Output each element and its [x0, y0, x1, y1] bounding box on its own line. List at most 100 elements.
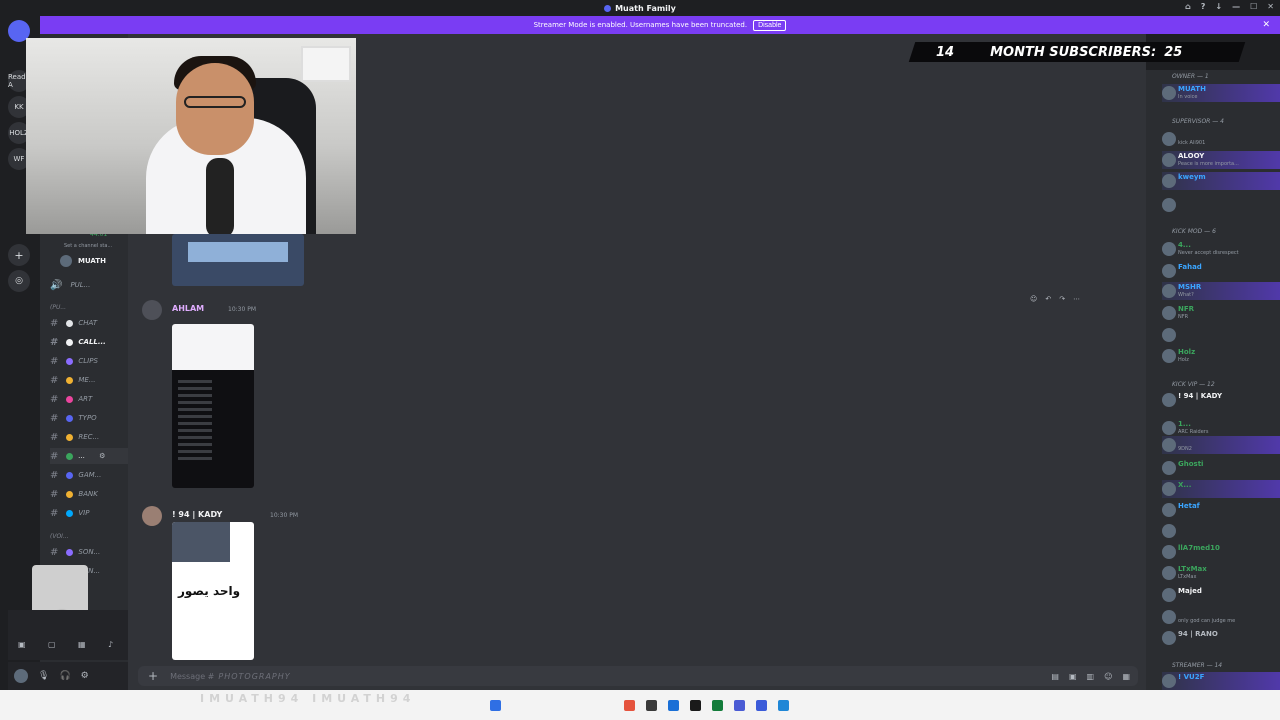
app-icon[interactable]: [756, 700, 767, 711]
headphones-icon[interactable]: 🎧: [59, 671, 70, 681]
member-group-header: OWNER — 1: [1172, 73, 1209, 80]
voice-status-hint[interactable]: Set a channel sta...: [64, 243, 112, 249]
member-row[interactable]: kweym: [1162, 172, 1280, 190]
channel-item[interactable]: # VIP: [50, 505, 128, 521]
add-attachment-icon[interactable]: +: [148, 669, 158, 683]
member-row[interactable]: ALOOY Peace is more importa...: [1162, 151, 1280, 169]
member-row[interactable]: kick Ali901: [1162, 130, 1280, 148]
settings-gear-icon[interactable]: ⚙: [81, 671, 89, 681]
more-icon[interactable]: ⋯: [1073, 295, 1080, 307]
channel-item[interactable]: # CALL...: [50, 334, 128, 350]
channel-item[interactable]: # CHAT: [50, 315, 128, 331]
member-row[interactable]: Holz Holz: [1162, 347, 1280, 365]
channel-emoji-icon: [66, 433, 74, 441]
channel-item[interactable]: # CLIPS: [50, 353, 128, 369]
member-list: OWNER — 1 MUATH In voice SUPERVISOR — 4 k…: [1146, 70, 1280, 690]
member-row[interactable]: llA7med10: [1162, 543, 1280, 561]
avatar[interactable]: [142, 300, 162, 320]
inbox-icon[interactable]: ⌂: [1185, 2, 1191, 11]
help-icon[interactable]: ?: [1201, 2, 1206, 11]
category-voice[interactable]: (VOI...: [50, 533, 69, 540]
discord-icon[interactable]: [734, 700, 745, 711]
close-button[interactable]: ✕: [1267, 2, 1274, 11]
member-row[interactable]: MSHR What?: [1162, 282, 1280, 300]
member-row[interactable]: Hetaf: [1162, 501, 1280, 519]
voice-channel-item[interactable]: # SON...: [50, 544, 128, 560]
member-row[interactable]: 1... ARC Raiders: [1162, 419, 1280, 437]
avatar[interactable]: [142, 506, 162, 526]
image-attachment[interactable]: واحد يصور: [172, 522, 254, 660]
channel-item[interactable]: # BANK: [50, 486, 128, 502]
discover-icon[interactable]: ◎: [8, 270, 30, 292]
channel-item[interactable]: # GAM...: [50, 467, 128, 483]
message-author[interactable]: AHLAM: [172, 304, 204, 313]
member-row[interactable]: Ghosti: [1162, 459, 1280, 477]
app-icon[interactable]: [646, 700, 657, 711]
channel-item[interactable]: # TYPO: [50, 410, 128, 426]
gear-icon[interactable]: ⚙: [99, 452, 105, 460]
window-controls: ⌂ ? ↓ — ☐ ✕: [1185, 2, 1274, 11]
channel-item-photography[interactable]: #... ⚙: [50, 448, 128, 464]
member-row[interactable]: 9DN2: [1162, 436, 1280, 454]
image-attachment[interactable]: [172, 324, 254, 488]
gif-icon[interactable]: ▣: [1069, 672, 1077, 681]
add-server-icon[interactable]: +: [8, 244, 30, 266]
start-icon[interactable]: [490, 700, 501, 711]
member-row[interactable]: X...: [1162, 480, 1280, 498]
reply-icon[interactable]: ↶: [1045, 295, 1051, 307]
category-public[interactable]: (PU...: [50, 304, 66, 311]
emoji-icon[interactable]: ☺: [1104, 672, 1112, 681]
gift-icon[interactable]: ▤: [1051, 672, 1059, 681]
member-row[interactable]: [1162, 196, 1280, 214]
member-row[interactable]: [1162, 522, 1280, 540]
member-row[interactable]: 94 | RANO: [1162, 629, 1280, 647]
image-attachment[interactable]: [172, 234, 304, 286]
member-row[interactable]: MUATH In voice: [1162, 84, 1280, 102]
xbox-icon[interactable]: [690, 700, 701, 711]
member-row[interactable]: only god can judge me: [1162, 608, 1280, 626]
message-composer[interactable]: + Message # PHOTOGRAPHY ▤ ▣ ▥ ☺ ▦: [138, 666, 1138, 686]
subscriber-label: MONTH SUBSCRIBERS:: [990, 44, 1157, 60]
channel-item[interactable]: # ART: [50, 391, 128, 407]
avatar: [1162, 284, 1176, 298]
screen-share-icon[interactable]: ▢: [48, 640, 56, 649]
channel-item[interactable]: # ME...: [50, 372, 128, 388]
download-icon[interactable]: ↓: [1215, 2, 1222, 11]
steam-icon[interactable]: [668, 700, 679, 711]
member-row[interactable]: Majed: [1162, 586, 1280, 604]
app-icon[interactable]: [778, 700, 789, 711]
member-row[interactable]: Fahad: [1162, 262, 1280, 280]
avatar[interactable]: [14, 669, 28, 683]
forward-icon[interactable]: ↷: [1059, 295, 1065, 307]
member-row[interactable]: 4... Never accept disrespect: [1162, 240, 1280, 258]
avatar: [1162, 264, 1176, 278]
sticker-icon[interactable]: ▥: [1087, 672, 1095, 681]
minimize-button[interactable]: —: [1232, 2, 1240, 11]
apps-icon[interactable]: ▦: [1122, 672, 1130, 681]
window-title: Muath Family: [615, 3, 676, 13]
app-icon[interactable]: [712, 700, 723, 711]
avatar: [1162, 482, 1176, 496]
brave-icon[interactable]: [624, 700, 635, 711]
os-taskbar: [0, 690, 1280, 720]
member-row[interactable]: LTxMax LTxMax: [1162, 564, 1280, 582]
soundboard-icon[interactable]: ♪: [108, 640, 113, 649]
avatar: [1162, 349, 1176, 363]
banner-close-icon[interactable]: ✕: [1262, 20, 1270, 30]
channel-emoji-icon: [66, 319, 74, 327]
camera-icon[interactable]: ▣: [18, 640, 26, 649]
member-row[interactable]: ! VU2F: [1162, 672, 1280, 690]
mic-icon[interactable]: 🎙: [38, 671, 49, 681]
member-row[interactable]: ! 94 | KADY: [1162, 391, 1280, 409]
maximize-button[interactable]: ☐: [1250, 2, 1257, 11]
channel-pull[interactable]: 🔊 PUL...: [50, 277, 128, 293]
disable-streamer-mode-button[interactable]: Disable: [753, 19, 787, 31]
member-row[interactable]: [1162, 326, 1280, 344]
voice-user-card[interactable]: MUATH: [60, 253, 128, 269]
hash-icon: #: [50, 374, 59, 386]
channel-item[interactable]: # REC...: [50, 429, 128, 445]
react-icon[interactable]: ☺: [1030, 295, 1037, 307]
activity-icon[interactable]: ▦: [78, 640, 86, 649]
member-row[interactable]: NFR NFR: [1162, 304, 1280, 322]
message-author[interactable]: ! 94 | KADY: [172, 510, 222, 519]
